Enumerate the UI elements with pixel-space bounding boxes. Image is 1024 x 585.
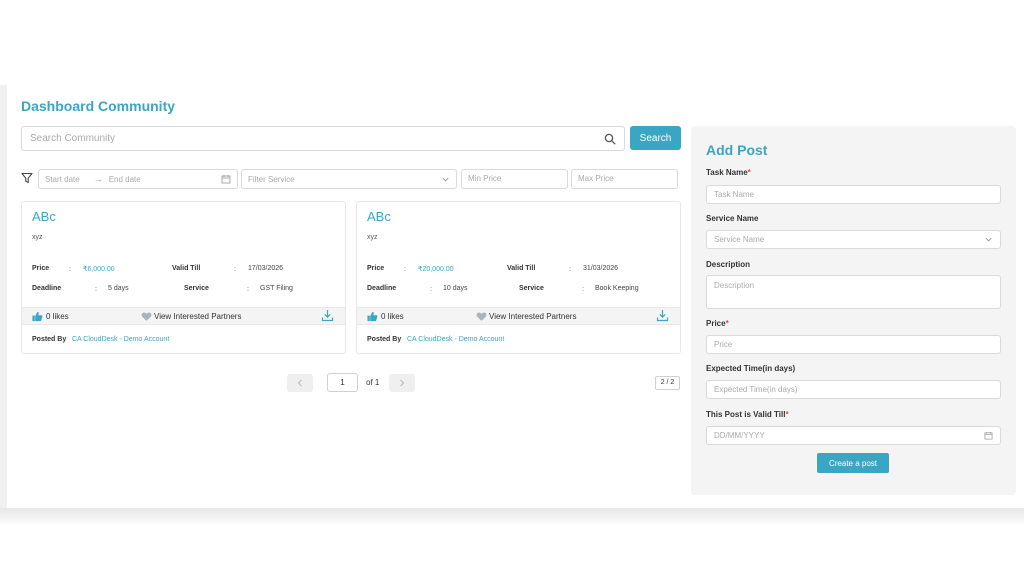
- end-date-field[interactable]: End date: [109, 175, 141, 184]
- price-label: Price*: [706, 319, 729, 328]
- next-page-button[interactable]: [389, 374, 415, 392]
- price-label-text: Price: [706, 319, 726, 328]
- posted-by-value[interactable]: CA CloudDesk - Demo Account: [407, 336, 504, 343]
- chevron-right-icon: [400, 379, 405, 387]
- card-actions-bar: 0 likes View Interested Partners: [22, 307, 345, 325]
- required-mark: *: [725, 319, 729, 328]
- likes-count: 0 likes: [46, 312, 69, 321]
- task-name-label: Task Name*: [706, 168, 751, 177]
- valid-till-label: Valid Till: [172, 265, 201, 272]
- colon: :: [234, 266, 236, 273]
- colon: :: [430, 286, 432, 293]
- card-title[interactable]: ABc: [32, 209, 56, 224]
- description-textarea[interactable]: Description: [706, 275, 1001, 309]
- min-price-input[interactable]: Min Price: [461, 169, 568, 189]
- required-mark: *: [785, 410, 789, 419]
- prev-page-button[interactable]: [287, 374, 313, 392]
- post-card: ABc xyz Price : ₹20,000.00 Valid Till : …: [356, 201, 681, 354]
- view-interested-partners-link[interactable]: View Interested Partners: [489, 312, 576, 321]
- page-title: Dashboard Community: [21, 98, 176, 114]
- card-description: xyz: [367, 234, 378, 241]
- like-icon[interactable]: [367, 311, 378, 322]
- filter-service-select[interactable]: Filter Service: [241, 169, 457, 189]
- price-value: ₹20,000.00: [418, 266, 454, 273]
- panel-shadow: [0, 508, 1024, 526]
- colon: :: [95, 286, 97, 293]
- colon: :: [569, 266, 571, 273]
- service-value: GST Filing: [260, 285, 293, 292]
- heart-icon[interactable]: [141, 311, 152, 322]
- likes-count: 0 likes: [381, 312, 404, 321]
- expected-time-label: Expected Time(in days): [706, 364, 796, 373]
- price-label: Price: [367, 265, 385, 272]
- search-icon[interactable]: [604, 133, 616, 145]
- required-mark: *: [747, 168, 751, 177]
- page-total-text: of 1: [366, 378, 380, 387]
- chevron-down-icon: [442, 177, 449, 181]
- colon: :: [247, 286, 249, 293]
- service-name-label: Service Name: [706, 214, 759, 223]
- date-range-picker[interactable]: Start date → End date: [38, 169, 238, 189]
- card-actions-bar: 0 likes View Interested Partners: [357, 307, 680, 325]
- left-edge: [0, 85, 7, 510]
- valid-till-date-input[interactable]: DD/MM/YYYY: [706, 426, 1001, 445]
- search-input[interactable]: [30, 133, 604, 144]
- add-post-title: Add Post: [706, 142, 768, 158]
- max-price-input[interactable]: Max Price: [571, 169, 678, 189]
- task-name-input[interactable]: Task Name: [706, 185, 1001, 204]
- card-description: xyz: [32, 234, 43, 241]
- valid-till-value: 17/03/2026: [248, 265, 284, 272]
- posted-by-value[interactable]: CA CloudDesk - Demo Account: [72, 336, 169, 343]
- service-label: Service: [519, 285, 544, 292]
- service-label: Service: [184, 285, 209, 292]
- description-label: Description: [706, 260, 751, 269]
- deadline-value: 5 days: [108, 285, 129, 292]
- search-box[interactable]: [21, 126, 625, 151]
- page-number-input[interactable]: 1: [327, 373, 358, 392]
- search-button[interactable]: Search: [630, 126, 681, 150]
- card-title[interactable]: ABc: [367, 209, 391, 224]
- create-post-button[interactable]: Create a post: [817, 453, 889, 473]
- colon: :: [404, 266, 406, 273]
- price-input[interactable]: Price: [706, 335, 1001, 354]
- chevron-down-icon: [985, 237, 992, 242]
- chevron-left-icon: [297, 379, 302, 387]
- view-interested-partners-link[interactable]: View Interested Partners: [154, 312, 241, 321]
- post-card: ABc xyz Price : ₹6,000.00 Valid Till : 1…: [21, 201, 346, 354]
- service-name-placeholder: Service Name: [714, 235, 765, 244]
- date-range-arrow-icon: →: [93, 174, 103, 184]
- filter-service-placeholder: Filter Service: [248, 174, 295, 184]
- results-count-badge: 2 / 2: [655, 376, 680, 390]
- colon: :: [69, 266, 71, 273]
- valid-till-placeholder: DD/MM/YYYY: [714, 431, 765, 440]
- valid-till-label: Valid Till: [507, 265, 536, 272]
- heart-icon[interactable]: [476, 311, 487, 322]
- service-value: Book Keeping: [595, 285, 639, 292]
- valid-till-label-text: This Post is Valid Till: [706, 410, 786, 419]
- add-post-panel: Add Post Task Name* Task Name Service Na…: [691, 126, 1016, 495]
- calendar-icon[interactable]: [221, 174, 231, 184]
- deadline-value: 10 days: [443, 285, 468, 292]
- task-name-label-text: Task Name: [706, 168, 748, 177]
- price-label: Price: [32, 265, 50, 272]
- posted-by-label: Posted By: [32, 336, 67, 343]
- app-frame: Dashboard Community Search Start date → …: [0, 0, 1024, 585]
- posted-by-label: Posted By: [367, 336, 402, 343]
- deadline-label: Deadline: [367, 285, 397, 292]
- service-name-select[interactable]: Service Name: [706, 230, 1001, 249]
- expected-time-input[interactable]: Expected Time(in days): [706, 380, 1001, 399]
- valid-till-value: 31/03/2026: [583, 265, 619, 272]
- colon: :: [582, 286, 584, 293]
- download-icon[interactable]: [321, 309, 334, 322]
- valid-till-label: This Post is Valid Till*: [706, 410, 789, 419]
- deadline-label: Deadline: [32, 285, 62, 292]
- calendar-icon[interactable]: [984, 431, 993, 440]
- start-date-field[interactable]: Start date: [45, 175, 80, 184]
- download-icon[interactable]: [656, 309, 669, 322]
- price-value: ₹6,000.00: [83, 266, 115, 273]
- like-icon[interactable]: [32, 311, 43, 322]
- filter-icon[interactable]: [21, 172, 33, 184]
